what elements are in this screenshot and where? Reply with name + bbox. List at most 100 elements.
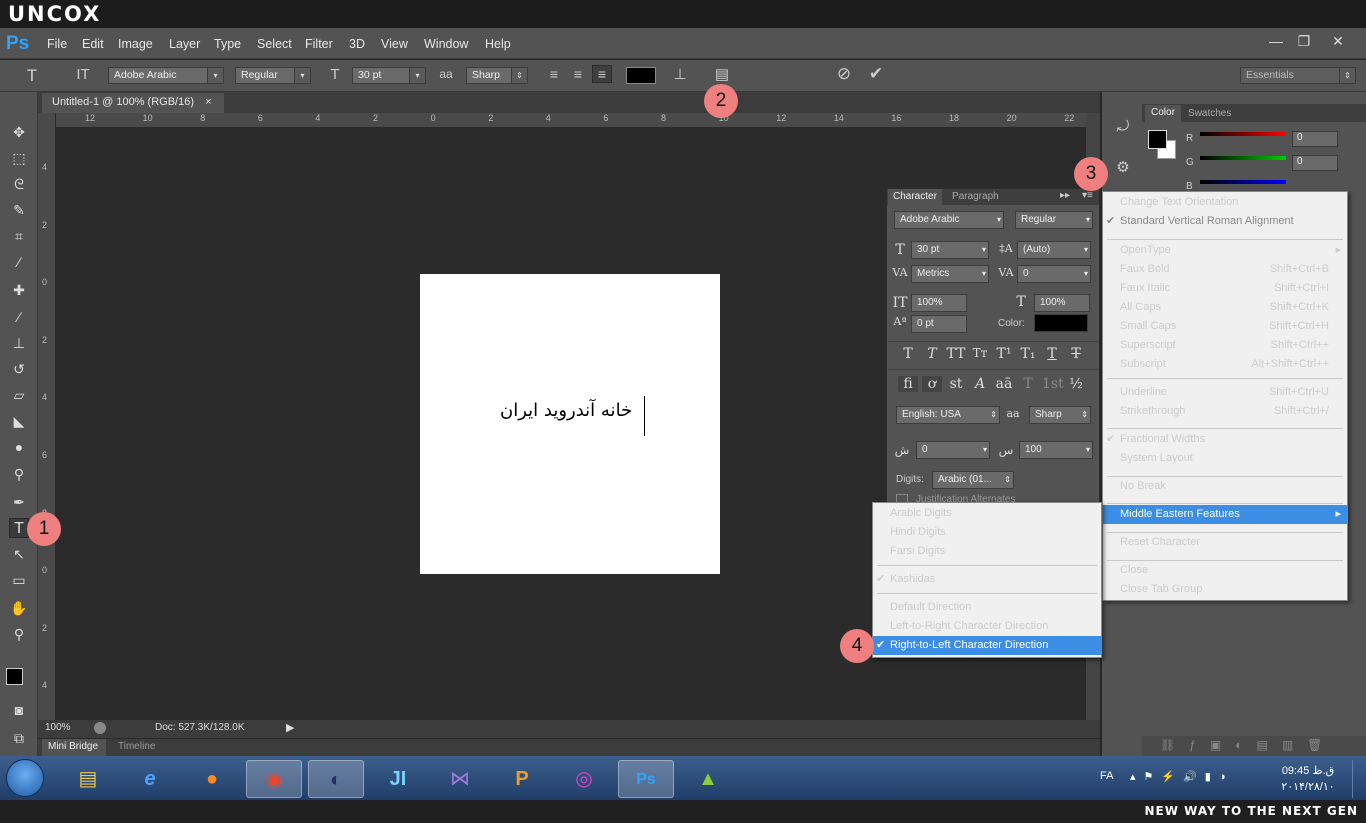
panel-menu-icon[interactable]: ▾≡	[1082, 190, 1093, 201]
menu-file[interactable]: File	[47, 37, 67, 51]
submenu-item[interactable]: ✔ Kashidas	[873, 570, 1101, 589]
restore-button[interactable]: ❐	[1290, 30, 1318, 52]
close-button[interactable]: ✕	[1324, 30, 1352, 52]
character-panel-toggle-icon[interactable]: ▤	[712, 65, 732, 83]
flyout-item[interactable]: ✔ Standard Vertical Roman Alignment	[1103, 212, 1347, 231]
minimize-button[interactable]: —	[1262, 30, 1290, 52]
language-indicator[interactable]: FA	[1100, 770, 1113, 782]
underline-icon[interactable]: T	[1042, 346, 1062, 362]
submenu-item[interactable]: Arabic Digits	[873, 504, 1101, 523]
ordinals-1st-icon[interactable]: 1st	[1042, 376, 1064, 392]
tab-close-icon[interactable]: ×	[205, 96, 211, 108]
warp-text-icon[interactable]: ⊥	[670, 65, 690, 83]
font-style-select[interactable]: Regular ▾	[235, 67, 311, 84]
faux-italic-icon[interactable]: T	[922, 346, 942, 362]
channel-b-slider[interactable]	[1200, 180, 1286, 184]
menu-edit[interactable]: Edit	[82, 37, 104, 51]
discretionary-ligatures-icon[interactable]: ơ	[922, 376, 942, 392]
flyout-item[interactable]: OpenType ▸	[1103, 241, 1347, 260]
flyout-item[interactable]: Reset Character	[1103, 533, 1347, 552]
layers-footer-icons[interactable]: ⛓ƒ▣◐▤▥🗑	[1142, 736, 1366, 756]
flyout-item[interactable]: Small Caps Shift+Ctrl+H	[1103, 317, 1347, 336]
commit-edits-icon[interactable]: ✔	[866, 64, 886, 84]
flyout-item[interactable]: Close Tab Group	[1103, 580, 1347, 599]
flyout-item[interactable]: Faux Italic Shift+Ctrl+I	[1103, 279, 1347, 298]
tab-color[interactable]: Color	[1145, 105, 1181, 122]
titling-alternates-icon[interactable]: aā	[994, 376, 1014, 392]
clock-time[interactable]: 09:45 ق.ظ	[1278, 764, 1338, 777]
quick-select-tool-icon[interactable]: ✎	[9, 200, 29, 220]
stylistic-alternates-icon[interactable]: st	[946, 376, 966, 392]
char-color-swatch[interactable]	[1034, 314, 1088, 332]
marquee-tool-icon[interactable]: ⬚	[9, 148, 29, 168]
type-tool-icon[interactable]: T	[9, 518, 29, 538]
foreground-color-swatch[interactable]	[6, 668, 23, 685]
align-right-icon[interactable]: ≡	[592, 65, 612, 83]
submenu-item[interactable]: ✔ Right-to-Left Character Direction	[873, 636, 1101, 655]
workspace-select[interactable]: Essentials ⇕	[1240, 67, 1356, 84]
submenu-item[interactable]: Default Direction	[873, 598, 1101, 617]
submenu-item[interactable]: Left-to-Right Character Direction	[873, 617, 1101, 636]
menu-filter[interactable]: Filter	[305, 37, 333, 51]
char-kashida-a[interactable]: 0 ▾	[916, 441, 990, 459]
channel-r-value[interactable]: 0	[1292, 131, 1338, 147]
status-info-icon[interactable]	[94, 722, 106, 734]
color-fg-swatch[interactable]	[1148, 130, 1167, 149]
channel-r-slider[interactable]	[1200, 132, 1286, 136]
fractions-icon[interactable]: ½	[1066, 376, 1086, 392]
char-kashida-b[interactable]: 100 ▾	[1019, 441, 1093, 459]
align-left-icon[interactable]: ≡	[545, 66, 563, 82]
chrome-icon[interactable]: ◉	[246, 760, 302, 798]
channel-g-value[interactable]: 0	[1292, 155, 1338, 171]
char-baseline-shift[interactable]: 0 pt	[911, 315, 967, 333]
internet-explorer-icon[interactable]: e	[122, 760, 178, 798]
char-antialias[interactable]: Sharp ⇕	[1029, 406, 1091, 424]
eraser-tool-icon[interactable]: ▱	[9, 385, 29, 405]
panel-collapse-icon[interactable]: ▸▸	[1060, 190, 1070, 201]
clock-date[interactable]: ۲۰۱۴/۲۸/۱۰	[1278, 780, 1338, 793]
firefox-icon[interactable]: ●	[184, 760, 240, 798]
document-text-layer[interactable]: خانه آندروید ایران	[500, 400, 632, 421]
flyout-item[interactable]: Change Text Orientation	[1103, 193, 1347, 212]
strikethrough-icon[interactable]: T	[1066, 346, 1086, 362]
flyout-item[interactable]: Strikethrough Shift+Ctrl+/	[1103, 402, 1347, 421]
tab-mini-bridge[interactable]: Mini Bridge	[42, 739, 106, 756]
hand-tool-icon[interactable]: ✋	[9, 598, 29, 618]
flyout-item[interactable]: All Caps Shift+Ctrl+K	[1103, 298, 1347, 317]
flyout-item[interactable]: System Layout	[1103, 449, 1347, 468]
char-tracking[interactable]: 0 ▾	[1017, 265, 1091, 283]
char-horizontal-scale[interactable]: 100%	[1034, 294, 1090, 312]
faux-bold-icon[interactable]: T	[898, 346, 918, 362]
flyout-item[interactable]: ✔ Fractional Widths	[1103, 430, 1347, 449]
text-color-swatch[interactable]	[626, 67, 656, 84]
healing-brush-tool-icon[interactable]: ✚	[9, 280, 29, 300]
all-caps-icon[interactable]: TT	[946, 346, 966, 362]
menu-layer[interactable]: Layer	[169, 37, 200, 51]
dodge-tool-icon[interactable]: ⚲	[9, 464, 29, 484]
properties-panel-icon[interactable]: ⚙	[1112, 158, 1134, 176]
flyout-item[interactable]: No Break	[1103, 477, 1347, 496]
menu-image[interactable]: Image	[118, 37, 153, 51]
path-selection-tool-icon[interactable]: ↖	[9, 544, 29, 564]
photoshop-taskbar-icon[interactable]: Ps	[618, 760, 674, 798]
document-canvas[interactable]	[420, 274, 720, 574]
menu-3d[interactable]: 3D	[349, 37, 365, 51]
crop-tool-icon[interactable]: ⌗	[9, 226, 29, 246]
zoom-level[interactable]: 100%	[45, 722, 71, 733]
quick-mask-icon[interactable]: ◙	[9, 700, 29, 720]
char-language[interactable]: English: USA ⇕	[896, 406, 1000, 424]
superscript-icon[interactable]: T¹	[994, 346, 1014, 362]
char-font-size[interactable]: 30 pt ▾	[911, 241, 989, 259]
show-desktop-button[interactable]	[1352, 760, 1364, 798]
tab-timeline[interactable]: Timeline	[118, 741, 155, 752]
font-size-select[interactable]: 30 pt ▾	[352, 67, 426, 84]
file-explorer-icon[interactable]: ▤	[60, 760, 116, 798]
tab-character[interactable]: Character	[888, 189, 942, 205]
rectangle-tool-icon[interactable]: ▭	[9, 570, 29, 590]
history-panel-icon[interactable]: ⤾	[1112, 118, 1134, 135]
submenu-item[interactable]: Hindi Digits	[873, 523, 1101, 542]
char-font-style[interactable]: Regular ▾	[1015, 211, 1093, 229]
char-digits[interactable]: Arabic (01... ⇕	[932, 471, 1014, 489]
channel-g-slider[interactable]	[1200, 156, 1286, 160]
intellij-icon[interactable]: JI	[370, 760, 426, 798]
